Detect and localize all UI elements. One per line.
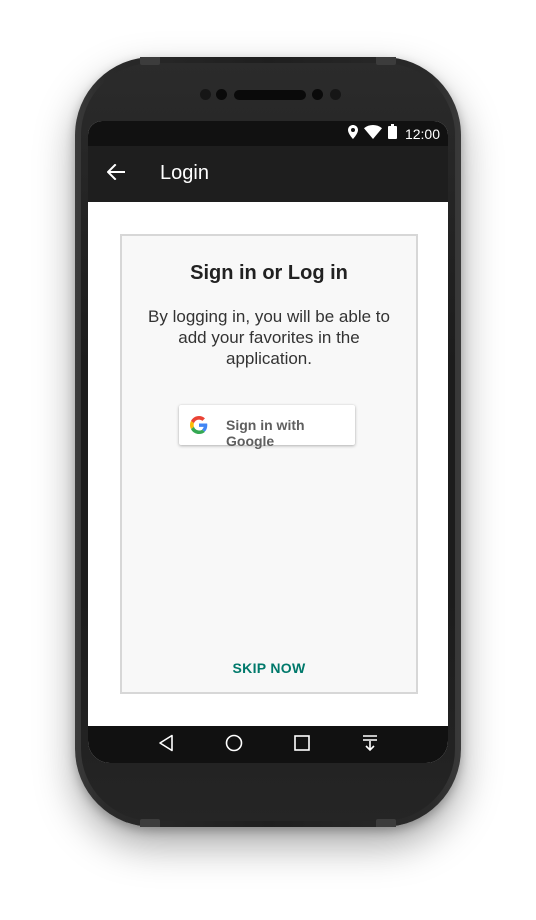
status-icons: 12:00: [347, 124, 440, 144]
location-icon: [347, 124, 358, 144]
sensor-dot-right: [330, 89, 341, 100]
bottom-edge-mark-left: [140, 819, 160, 827]
speaker-grill: [234, 90, 306, 100]
battery-icon: [387, 124, 397, 144]
status-bar: 12:00: [88, 121, 448, 146]
skip-now-button[interactable]: SKIP NOW: [122, 660, 416, 676]
google-sign-in-button[interactable]: Sign in with Google: [179, 405, 355, 449]
wifi-icon: [363, 124, 382, 144]
app-bar: Login: [88, 146, 448, 202]
nav-back-button[interactable]: [155, 734, 177, 756]
page-title: Login: [160, 162, 209, 184]
top-edge-mark-left: [140, 57, 160, 65]
arrow-left-icon: [106, 163, 125, 185]
sensor-dot: [200, 89, 211, 100]
nav-notifications-button[interactable]: [359, 734, 381, 756]
google-sign-in-label: Sign in with Google: [226, 417, 305, 449]
camera-dot: [216, 89, 227, 100]
camera-dot-right: [312, 89, 323, 100]
device-screen: 12:00 Login Sign in or Log in By logging…: [88, 121, 448, 763]
card-title: Sign in or Log in: [190, 262, 348, 284]
back-triangle-icon: [158, 734, 174, 757]
recents-square-icon: [294, 734, 310, 756]
nav-home-button[interactable]: [223, 734, 245, 756]
top-edge-mark-right: [376, 57, 396, 65]
main-content: Sign in or Log in By logging in, you wil…: [88, 202, 448, 726]
notifications-pull-icon: [362, 734, 378, 757]
google-logo-icon: [190, 416, 208, 434]
earpiece: [196, 86, 346, 104]
device-mockup: 12:00 Login Sign in or Log in By logging…: [0, 0, 536, 920]
card-description: By logging in, you will be able to add y…: [148, 307, 390, 368]
status-time: 12:00: [404, 126, 440, 142]
bottom-edge-mark-right: [376, 819, 396, 827]
system-nav-bar: [88, 726, 448, 763]
back-button[interactable]: [100, 158, 132, 190]
home-circle-icon: [225, 734, 243, 757]
nav-recents-button[interactable]: [291, 734, 313, 756]
login-card: Sign in or Log in By logging in, you wil…: [120, 234, 418, 694]
